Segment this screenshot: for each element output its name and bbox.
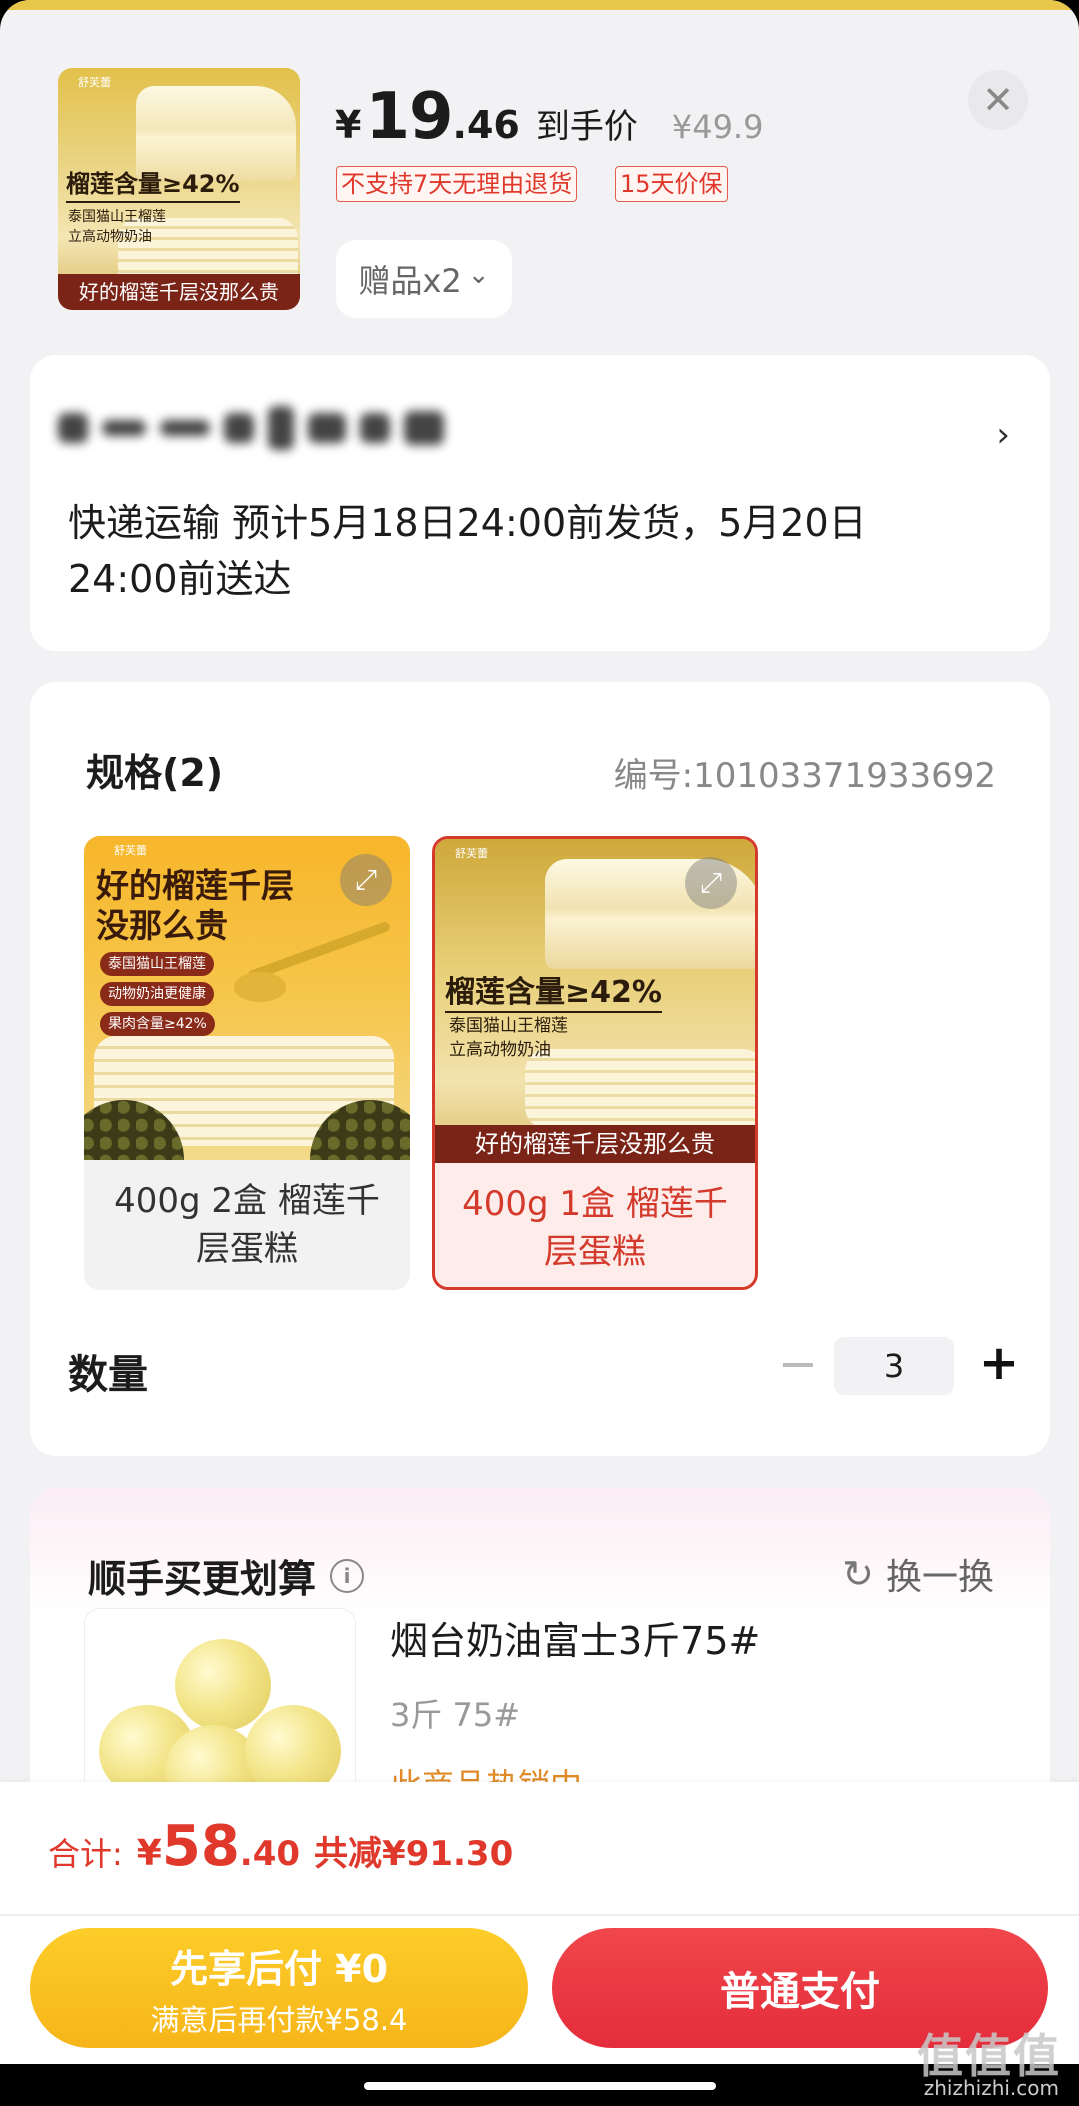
option-label: 400g 1盒 榴莲千层蛋糕 — [462, 1184, 728, 1272]
option-pill: 动物奶油更健康 — [100, 982, 214, 1006]
pay-later-label: 先享后付 ¥0 — [169, 1946, 389, 1991]
option-image: 舒芙蕾 好的榴莲千层没那么贵 泰国猫山王榴莲 动物奶油更健康 果肉含量≥42% … — [84, 836, 410, 1160]
price-label: 到手价 — [535, 107, 638, 147]
expand-icon[interactable]: ⤢ — [685, 857, 737, 909]
option-label: 400g 2盒 榴莲千层蛋糕 — [114, 1181, 380, 1269]
cake-layers-image — [525, 1049, 755, 1129]
refresh-label: 换一换 — [885, 1557, 994, 1598]
tag-price-protect: 15天价保 — [615, 166, 728, 202]
apple-image — [175, 1639, 271, 1731]
background-peek — [0, 0, 1079, 10]
option-subtext-1: 泰国猫山王榴莲 — [449, 1016, 568, 1036]
thumb-subtext-2: 立高动物奶油 — [68, 229, 152, 245]
info-icon[interactable]: i — [330, 1558, 365, 1593]
brand-logo: 舒芙蕾 — [455, 847, 488, 860]
product-code: 编号:10103371933692 — [613, 756, 996, 796]
price-integer: 19 — [365, 80, 453, 154]
original-price: ¥49.9 — [671, 108, 764, 146]
total-discount: 共减¥91.30 — [314, 1834, 514, 1874]
address-redacted — [58, 393, 498, 463]
spec-title: 规格(2) — [86, 751, 224, 795]
shipping-estimate: 快递运输 预计5月18日24:00前发货，5月20日24:00前送达 — [68, 501, 867, 601]
recommend-item-spec: 3斤 75# — [390, 1696, 521, 1734]
option-image: 舒芙蕾 榴莲含量≥42% 泰国猫山王榴莲 立高动物奶油 好的榴莲千层没那么贵 ⤢ — [435, 839, 755, 1163]
pay-later-button[interactable]: 先享后付 ¥0 满意后再付款¥58.4 — [30, 1928, 528, 2048]
total-line: 合计: ¥ 58 .40 共减¥91.30 — [48, 1814, 513, 1879]
option-headline: 好的榴莲千层没那么贵 — [96, 866, 294, 945]
close-button[interactable]: ✕ — [968, 70, 1028, 130]
option-banner: 好的榴莲千层没那么贵 — [435, 1125, 755, 1163]
thumb-headline: 榴莲含量≥42% — [66, 164, 240, 203]
thumb-subtext-1: 泰国猫山王榴莲 — [68, 209, 166, 225]
address-card[interactable]: › 快递运输 预计5月18日24:00前发货，5月20日24:00前送达 — [30, 355, 1050, 651]
spec-option-2-boxes[interactable]: 舒芙蕾 好的榴莲千层没那么贵 泰国猫山王榴莲 动物奶油更健康 果肉含量≥42% … — [84, 836, 410, 1290]
home-indicator[interactable] — [364, 2082, 716, 2090]
option-pill: 果肉含量≥42% — [100, 1012, 215, 1036]
spec-card: 规格(2) 编号:10103371933692 舒芙蕾 好的榴莲千层没那么贵 泰… — [30, 682, 1050, 1456]
quantity-decrease-button[interactable]: − — [776, 1338, 820, 1394]
brand-logo: 舒芙蕾 — [78, 76, 111, 89]
quantity-label: 数量 — [68, 1352, 148, 1398]
spec-option-1-box[interactable]: 舒芙蕾 榴莲含量≥42% 泰国猫山王榴莲 立高动物奶油 好的榴莲千层没那么贵 ⤢… — [432, 836, 758, 1290]
divider — [0, 1914, 1079, 1916]
total-currency: ¥ — [136, 1833, 162, 1874]
option-pill: 泰国猫山王榴莲 — [100, 952, 214, 976]
total-integer: 58 — [161, 1814, 240, 1879]
quantity-increase-button[interactable]: + — [974, 1334, 1024, 1394]
total-decimal: .40 — [239, 1834, 301, 1874]
option-subtext-2: 立高动物奶油 — [449, 1040, 551, 1060]
recommend-title-text: 顺手买更划算 — [88, 1557, 317, 1601]
total-label: 合计: — [48, 1835, 123, 1873]
recommend-item-name[interactable]: 烟台奶油富士3斤75# — [390, 1610, 760, 1665]
thumb-banner: 好的榴莲千层没那么贵 — [58, 274, 300, 310]
brand-logo: 舒芙蕾 — [114, 844, 147, 857]
chevron-right-icon: › — [996, 415, 1010, 455]
recommend-title: 顺手买更划算 i — [88, 1548, 365, 1603]
expand-icon[interactable]: ⤢ — [340, 854, 392, 906]
refresh-icon: ↻ — [842, 1552, 874, 1596]
price-currency: ¥ — [335, 103, 362, 147]
gift-label: 赠品x2 — [358, 262, 462, 300]
purchase-sheet: 舒芙蕾 榴莲含量≥42% 泰国猫山王榴莲 立高动物奶油 好的榴莲千层没那么贵 ¥… — [0, 0, 1079, 2064]
chevron-down-icon: ⌄ — [467, 260, 490, 290]
pay-later-sublabel: 满意后再付款¥58.4 — [150, 2002, 408, 2037]
tag-no-return: 不支持7天无理由退货 — [336, 166, 578, 202]
price-line: ¥ 19 .46 到手价 ¥49.9 — [335, 80, 764, 154]
gift-button[interactable]: 赠品x2 ⌄ — [336, 240, 512, 318]
price-decimal: .46 — [452, 103, 520, 147]
option-headline: 榴莲含量≥42% — [445, 967, 662, 1013]
quantity-input[interactable]: 3 — [834, 1337, 954, 1395]
close-icon: ✕ — [982, 78, 1014, 122]
product-thumbnail[interactable]: 舒芙蕾 榴莲含量≥42% 泰国猫山王榴莲 立高动物奶油 好的榴莲千层没那么贵 — [58, 68, 300, 310]
spoon-bowl-image — [234, 972, 286, 1002]
refresh-button[interactable]: ↻ 换一换 — [842, 1548, 994, 1600]
watermark-url: zhizhizhi.com — [923, 2076, 1059, 2100]
